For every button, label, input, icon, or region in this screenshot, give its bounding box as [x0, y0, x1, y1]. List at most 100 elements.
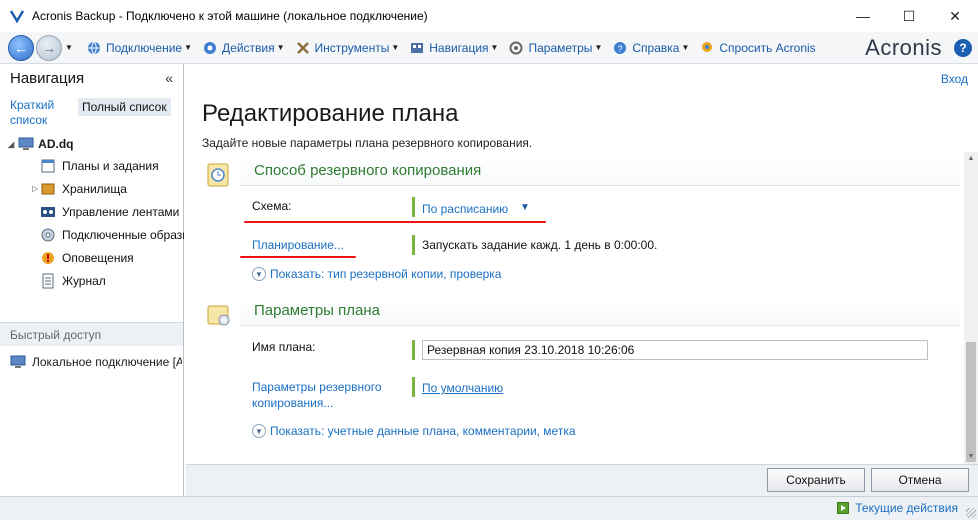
navigation-panel: Навигация « Краткий список Полный список… [0, 64, 184, 496]
log-icon [40, 273, 56, 289]
scheme-indicator [412, 197, 415, 217]
plan-name-label: Имя плана: [252, 340, 316, 354]
toolbar-navigation[interactable]: Навигация ▼ [409, 32, 498, 64]
annotation-underline [240, 256, 356, 258]
plan-name-indicator [412, 340, 415, 360]
tree-collapse-icon[interactable]: ◢ [8, 140, 14, 149]
chevron-down-icon: ▼ [681, 43, 690, 52]
play-icon [837, 502, 850, 514]
toolbar-actions[interactable]: Действия ▼ [202, 32, 285, 64]
ask-icon [699, 40, 715, 56]
settings-icon [508, 40, 524, 56]
quick-access-local-connection[interactable]: Локальное подключение [AD.dq] [10, 354, 182, 370]
chevron-down-icon[interactable]: ▼ [520, 202, 530, 213]
scroll-up-icon[interactable]: ▲ [964, 152, 978, 166]
main-toolbar: ← → ▼ Подключение ▼ Действия ▼ Инструменты… [0, 32, 978, 64]
tree-expand-icon[interactable]: ▷ [32, 184, 38, 193]
page-subtitle: Задайте новые параметры плана резервного… [202, 136, 533, 150]
collapse-panel-button[interactable]: « [165, 70, 173, 86]
tree-item-alerts[interactable]: Оповещения [8, 246, 184, 269]
chevron-down-icon: ▼ [391, 43, 400, 52]
calendar-icon [40, 158, 56, 174]
monitor-icon [10, 354, 26, 370]
tape-icon [40, 204, 56, 220]
tree-item-tapes[interactable]: Управление лентами [8, 200, 184, 223]
toolbar-ask-acronis[interactable]: Спросить Acronis [699, 32, 816, 64]
tab-brief-list[interactable]: Краткий список [8, 98, 78, 128]
status-bar: Текущие действия [0, 496, 978, 520]
acronis-logo: Acronis [865, 35, 942, 60]
tree-item-log[interactable]: Журнал [8, 269, 184, 292]
back-button[interactable]: ← [8, 34, 34, 61]
chevron-down-icon: ▼ [184, 43, 193, 52]
chevron-down-icon: ▼ [276, 43, 285, 52]
scroll-thumb[interactable] [966, 342, 976, 462]
expand-chevron-icon: ▼ [252, 424, 266, 438]
navigation-title: Навигация [10, 69, 85, 87]
title-bar: Acronis Backup - Подключено к этой машин… [0, 0, 978, 32]
gear-icon [202, 40, 218, 56]
scheme-dropdown[interactable]: По расписанию [422, 202, 508, 216]
window-controls: — ☐ ✕ [840, 0, 978, 32]
quick-access-header: Быстрый доступ [0, 322, 183, 346]
disk-image-icon [40, 227, 56, 243]
clock-icon [206, 160, 232, 188]
save-button[interactable]: Сохранить [767, 468, 865, 492]
cancel-button[interactable]: Отмена [871, 468, 969, 492]
acronis-app-icon [8, 7, 26, 25]
annotation-underline [244, 221, 546, 223]
close-button[interactable]: ✕ [932, 0, 978, 32]
exit-link[interactable]: Вход [941, 72, 968, 86]
toolbar-parameters[interactable]: Параметры ▼ [508, 32, 602, 64]
scheduling-link[interactable]: Планирование... [252, 237, 344, 253]
expand-chevron-icon: ▼ [252, 267, 266, 281]
current-actions-link[interactable]: Текущие действия [837, 501, 958, 515]
folder-disc-icon [206, 300, 232, 328]
edit-plan-panel: Вход Редактирование плана Задайте новые … [186, 64, 978, 464]
alert-icon [40, 250, 56, 266]
tab-full-list[interactable]: Полный список [78, 98, 171, 116]
toolbar-connection[interactable]: Подключение ▼ [86, 32, 192, 64]
back-arrow-icon: ← [14, 39, 28, 56]
history-dropdown-icon[interactable]: ▼ [65, 43, 73, 52]
section-plan-parameters-title: Параметры плана [240, 296, 960, 326]
tree-item-plans[interactable]: Планы и задания [8, 154, 184, 177]
maximize-button[interactable]: ☐ [886, 0, 932, 32]
schedule-indicator [412, 235, 415, 255]
backup-options-indicator [412, 377, 415, 397]
tree-root-label: AD.dq [38, 137, 74, 151]
forward-arrow-icon: → [42, 39, 56, 56]
show-credentials-link[interactable]: ▼ Показать: учетные данные плана, коммен… [252, 424, 576, 438]
history-nav: ← → ▼ [8, 34, 86, 61]
navigation-tree: ◢ AD.dq Планы и задания ▷ Хранилища Упра… [0, 134, 184, 292]
window-title: Acronis Backup - Подключено к этой машин… [32, 9, 428, 23]
backup-options-link[interactable]: Параметры резервного копирования... [252, 379, 402, 411]
dialog-button-bar: Сохранить Отмена [186, 464, 978, 496]
backup-options-default-link[interactable]: По умолчанию [422, 381, 503, 395]
computer-icon [18, 136, 34, 152]
chevron-down-icon: ▼ [490, 43, 499, 52]
section-backup-method-title: Способ резервного копирования [240, 156, 960, 186]
tree-item-storages[interactable]: ▷ Хранилища [8, 177, 184, 200]
scroll-down-icon[interactable]: ▼ [964, 450, 978, 464]
help-icon: ? [612, 40, 628, 56]
plan-name-input[interactable] [422, 340, 928, 360]
help-circle-button[interactable]: ? [954, 39, 972, 57]
minimize-button[interactable]: — [840, 0, 886, 32]
forward-button[interactable]: → [36, 34, 62, 61]
grid-icon [409, 40, 425, 56]
schedule-value: Запускать задание кажд. 1 день в 0:00:00… [422, 238, 658, 252]
toolbar-tools[interactable]: Инструменты ▼ [295, 32, 400, 64]
show-backup-type-link[interactable]: ▼ Показать: тип резервной копии, проверк… [252, 267, 501, 281]
resize-grip[interactable] [966, 508, 976, 518]
tree-root-machine[interactable]: ◢ AD.dq [8, 134, 183, 154]
tree-item-mounted-images[interactable]: Подключенные образы [8, 223, 184, 246]
storage-icon [40, 181, 56, 197]
vertical-scrollbar[interactable]: ▲ ▼ [964, 152, 978, 464]
navigation-header: Навигация « [0, 64, 183, 92]
toolbar-help[interactable]: ? Справка ▼ [612, 32, 689, 64]
globe-icon [86, 40, 102, 56]
navigation-tabs: Краткий список Полный список [0, 92, 183, 134]
page-title: Редактирование плана [202, 100, 459, 127]
tools-icon [295, 40, 311, 56]
